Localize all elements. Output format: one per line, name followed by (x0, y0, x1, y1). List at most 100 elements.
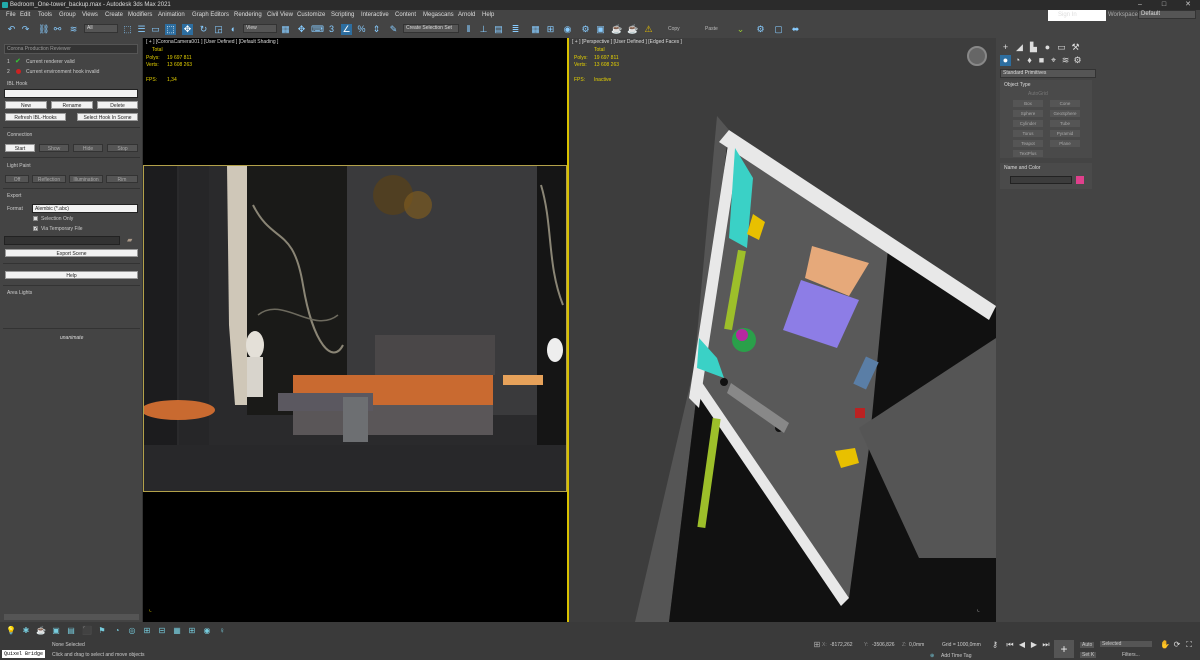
reference-coordinate-select[interactable]: View (243, 24, 277, 33)
help-button[interactable]: Help (5, 271, 138, 279)
manipulate-icon[interactable]: ✥ (296, 24, 307, 35)
vr-icon[interactable]: ⬌ (790, 24, 801, 35)
geosphere-button[interactable]: GeoSphere (1050, 110, 1080, 117)
selection-filter[interactable]: All (84, 24, 118, 33)
render-iterative-icon[interactable]: ☕ (627, 24, 638, 35)
systems-icon[interactable]: ⚙ (1072, 55, 1083, 66)
rendered-frame-icon[interactable]: ▣ (595, 24, 606, 35)
minimize-button[interactable]: – (1128, 0, 1152, 10)
go-to-start-icon[interactable]: ⏮ (1005, 640, 1015, 650)
sign-in-button[interactable]: Sign In (1048, 10, 1106, 21)
primitive-type-select[interactable]: Standard Primitives (1000, 69, 1096, 78)
hide-button[interactable]: Hide (73, 144, 103, 152)
ir-icon[interactable]: ⬛ (82, 626, 92, 636)
menu-create[interactable]: Create (105, 10, 123, 21)
go-to-end-icon[interactable]: ⏭ (1041, 640, 1051, 650)
cameras-icon[interactable]: ■ (1036, 55, 1047, 66)
name-color-title[interactable]: Name and Color (1004, 165, 1040, 171)
menu-animation[interactable]: Animation (158, 10, 185, 21)
material-editor-icon[interactable]: ◉ (562, 24, 573, 35)
paste-button[interactable]: Paste (705, 26, 718, 32)
hint-bulb-icon[interactable]: ♀ (217, 626, 227, 636)
ibl-hook-select[interactable] (4, 89, 138, 98)
select-move-icon[interactable]: ✥ (182, 24, 193, 35)
geometry-icon[interactable]: ● (1000, 55, 1011, 66)
lock-selection-icon[interactable]: ⊞ (812, 640, 822, 650)
redo-icon[interactable]: ↷ (20, 24, 31, 35)
tube-button[interactable]: Tube (1050, 120, 1080, 127)
link-icon[interactable]: ⛓ (38, 24, 49, 35)
export-path-field[interactable] (4, 236, 120, 245)
menu-customize[interactable]: Customize (297, 10, 325, 21)
menu-group[interactable]: Group (59, 10, 76, 21)
stop-button[interactable]: Stop (107, 144, 138, 152)
camera-viewport-label[interactable]: [ + ] [CoronaCamera001 ] [User Defined ]… (146, 39, 278, 45)
maximize-viewport-icon[interactable]: ⛶ (1184, 640, 1194, 650)
render-icon[interactable]: ▤ (66, 626, 76, 636)
cylinder-button[interactable]: Cylinder (1013, 120, 1043, 127)
filters-button[interactable]: Filters... (1122, 652, 1140, 658)
layout-icon[interactable]: ⊞ (187, 626, 197, 636)
set-key-button[interactable]: Set K (1080, 652, 1097, 658)
temp-file-checkbox[interactable]: ✓ (33, 226, 38, 232)
rectangular-selection-icon[interactable]: ▭ (150, 24, 161, 35)
toggle-scene-explorer-icon[interactable]: ▤ (493, 24, 504, 35)
menu-help[interactable]: Help (482, 10, 494, 21)
menu-content[interactable]: Content (395, 10, 416, 21)
play-icon[interactable]: ▶ (1029, 640, 1039, 650)
menu-interactive[interactable]: Interactive (361, 10, 389, 21)
close-button[interactable]: ✕ (1176, 0, 1200, 10)
y-coordinate[interactable]: -3506,826 (872, 642, 895, 648)
sun-icon[interactable]: ✱ (21, 626, 31, 636)
create-tab-icon[interactable]: + (1000, 42, 1011, 53)
collapse-icon[interactable]: ⊟ (157, 626, 167, 636)
display-tab-icon[interactable]: ▭ (1056, 42, 1067, 53)
grid-icon[interactable]: ▦ (172, 626, 182, 636)
perspective-viewport[interactable]: [ + ] [Perspective ] [User Defined ] [Ed… (569, 38, 996, 622)
create-key-icon[interactable]: + (1054, 640, 1074, 658)
keyboard-shortcut-icon[interactable]: ⌨ (311, 24, 324, 35)
light-bulb-icon[interactable]: 💡 (6, 626, 16, 636)
object-type-title[interactable]: Object Type (1004, 82, 1031, 88)
modify-tab-icon[interactable]: ◢ (1014, 42, 1025, 53)
x-coordinate[interactable]: -8172,262 (830, 642, 853, 648)
teapot-icon[interactable]: ☕ (36, 626, 46, 636)
menu-file[interactable]: File (6, 10, 16, 21)
folder-icon[interactable]: ▰ (127, 236, 132, 244)
textplus-button[interactable]: TextPlus (1013, 150, 1043, 157)
pan-icon[interactable]: ✋ (1160, 640, 1170, 650)
plane-button[interactable]: Plane (1050, 140, 1080, 147)
edit-named-selection-icon[interactable]: ✎ (388, 24, 399, 35)
maximize-button[interactable]: □ (1152, 0, 1176, 10)
selection-only-checkbox[interactable] (33, 216, 38, 221)
render-setup-icon[interactable]: ⚙ (580, 24, 591, 35)
bind-space-warp-icon[interactable]: ≋ (68, 24, 79, 35)
helpers-icon[interactable]: ⌖ (1048, 55, 1059, 66)
eye-icon[interactable]: ◉ (202, 626, 212, 636)
menu-graph-editors[interactable]: Graph Editors (192, 10, 229, 21)
z-coordinate[interactable]: 0,0mm (909, 642, 924, 648)
teapot-button[interactable]: Teapot (1013, 140, 1043, 147)
add-time-tag[interactable]: Add Time Tag (941, 653, 971, 659)
menu-arnold[interactable]: Arnold (458, 10, 475, 21)
delete-button[interactable]: Delete (97, 101, 138, 109)
menu-modifiers[interactable]: Modifiers (128, 10, 152, 21)
select-rotate-icon[interactable]: ↻ (198, 24, 209, 35)
curve-editor-icon[interactable]: ▦ (530, 24, 541, 35)
menu-views[interactable]: Views (82, 10, 98, 21)
illumination-button[interactable]: Illumination (69, 175, 103, 183)
angle-snap-icon[interactable]: ∠ (341, 24, 352, 35)
flag-icon[interactable]: ⚑ (97, 626, 107, 636)
window-crossing-icon[interactable]: ⬚ (165, 24, 176, 35)
select-by-name-icon[interactable]: ☰ (136, 24, 147, 35)
percent-snap-icon[interactable]: % (356, 24, 367, 35)
box-button[interactable]: Box (1013, 100, 1043, 107)
menu-rendering[interactable]: Rendering (234, 10, 262, 21)
previous-frame-icon[interactable]: ◀ (1017, 640, 1027, 650)
light-paint-off-button[interactable]: Off (5, 175, 29, 183)
shapes-icon[interactable]: ◔ (1012, 55, 1023, 66)
autogrid-label[interactable]: AutoGrid (1028, 91, 1048, 97)
render-production-icon[interactable]: ☕ (611, 24, 622, 35)
menu-civil-view[interactable]: Civil View (267, 10, 293, 21)
camera-viewport[interactable]: [ + ] [CoronaCamera001 ] [User Defined ]… (143, 38, 567, 622)
